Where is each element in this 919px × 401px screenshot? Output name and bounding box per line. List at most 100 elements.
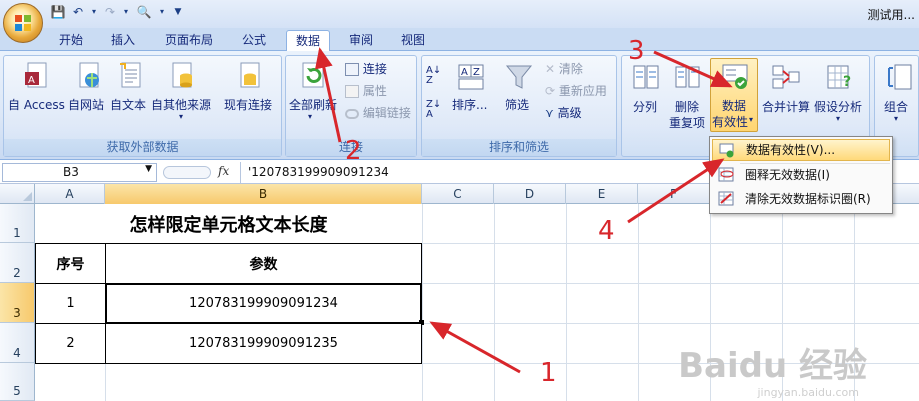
insert-function-icon[interactable]: fx [218,164,229,178]
select-all-corner[interactable] [0,184,35,204]
reapply-button[interactable]: ⟳ 重新应用 [545,82,615,98]
tab-data[interactable]: 数据 [286,30,330,52]
what-if-icon: ? [827,65,851,90]
name-box[interactable]: B3 ▼ [2,163,157,182]
data-validation-icon [719,143,734,158]
corner-triangle-icon [23,192,32,201]
tab-page-layout[interactable]: 页面布局 [156,30,222,52]
tab-review[interactable]: 审阅 [340,30,382,52]
customize-qat-icon[interactable]: ▼ [170,4,186,20]
group-button[interactable]: 组合 ▾ [878,60,918,130]
print-dropdown-icon[interactable]: ▾ [154,4,170,20]
row-header-1[interactable]: 1 [0,204,35,243]
formula-bar-splitter[interactable] [163,166,211,179]
data-validation-button[interactable]: 数据 有效性 ▾ [710,58,758,132]
print-preview-icon[interactable]: 🔍 [136,4,152,20]
name-box-dropdown-icon[interactable]: ▼ [145,164,152,174]
svg-text:A: A [461,67,468,78]
from-text-button[interactable]: 自文本 [110,58,150,118]
refresh-icon [302,62,324,88]
menu-item-clear-circles[interactable]: 清除无效数据标识圈(R) [712,188,890,210]
existing-connections-button[interactable]: 现有连接 [224,58,276,118]
sort-button[interactable]: AZ 排序... [452,60,492,120]
tab-home[interactable]: 开始 [50,30,92,52]
column-header-a[interactable]: A [35,184,105,204]
sort-ascending-icon[interactable]: A↓ Z [426,66,446,86]
edit-links-button[interactable]: 编辑链接 [345,104,417,120]
cell-a2[interactable]: 序号 [35,243,106,284]
chevron-down-icon: ▾ [308,112,313,121]
filter-button[interactable]: 筛选 [500,60,538,120]
menu-item-data-validation[interactable]: 数据有效性(V)... [712,139,890,161]
from-other-sources-button[interactable]: 自其他来源 ▾ [151,58,215,132]
connections-icon [345,63,359,76]
formula-input[interactable]: '120783199909091234 [248,165,389,179]
column-header-f[interactable]: F [638,184,710,204]
what-if-analysis-button[interactable]: ? 假设分析 ▾ [814,60,868,130]
refresh-all-button[interactable]: 全部刷新 ▾ [288,58,338,130]
annotation-number-2: 2 [345,136,362,166]
undo-dropdown-icon[interactable]: ▾ [86,4,102,20]
advanced-filter-button[interactable]: ⋎ 高级 [545,104,615,120]
svg-text:Z: Z [473,67,480,78]
reapply-icon: ⟳ [545,84,556,98]
advanced-filter-icon: ⋎ [545,106,554,120]
annotation-number-3: 3 [628,36,645,66]
column-header-c[interactable]: C [422,184,494,204]
clear-filter-button[interactable]: ✕ 清除 [545,60,615,76]
redo-dropdown-icon[interactable]: ▾ [118,4,134,20]
sort-dialog-icon: AZ [458,64,484,90]
svg-text:?: ? [843,74,851,90]
grid-line [638,204,639,401]
office-logo-icon [15,15,31,31]
consolidate-button[interactable]: 合并计算 [760,60,812,120]
watermark-url: jingyan.baidu.com [757,386,859,399]
sheet-title-cell[interactable]: 怎样限定单元格文本长度 [35,204,422,243]
text-to-columns-button[interactable]: 分列 [626,60,666,120]
connections-button[interactable]: 连接 [345,60,415,76]
consolidate-icon [772,65,800,89]
chevron-down-icon: ▾ [836,114,841,123]
cell-a3[interactable]: 1 [35,283,106,324]
tab-formulas[interactable]: 公式 [232,30,276,52]
grid-line [494,204,495,401]
column-header-d[interactable]: D [494,184,566,204]
column-header-b[interactable]: B [105,184,422,204]
divider [240,162,241,184]
existing-connections-icon [240,62,260,88]
menu-item-circle-invalid[interactable]: 圈释无效数据(I) [712,164,890,186]
remove-duplicates-button[interactable]: 删除 重复项 [668,60,708,130]
database-icon [172,62,192,88]
redo-icon[interactable]: ↷ [102,4,118,20]
chevron-down-icon: ▾ [749,115,754,124]
access-icon: A [25,62,47,88]
properties-button[interactable]: 属性 [345,82,415,98]
chain-link-icon [345,108,359,119]
circle-invalid-data-icon [718,167,734,182]
group-label: 排序和筛选 [422,139,616,156]
cell-a4[interactable]: 2 [35,323,106,364]
column-header-e[interactable]: E [566,184,638,204]
svg-text:A: A [28,75,35,86]
row-header-5[interactable]: 5 [0,363,35,401]
row-header-3[interactable]: 3 [0,283,35,323]
text-to-columns-icon [633,65,659,89]
tab-view[interactable]: 视图 [392,30,434,52]
chevron-down-icon: ▾ [179,112,184,121]
cell-b3-selected[interactable]: 120783199909091234 [105,283,422,324]
web-icon [79,62,99,88]
cell-b4[interactable]: 120783199909091235 [105,323,422,364]
cell-b2[interactable]: 参数 [105,243,422,284]
save-icon[interactable]: 💾 [50,4,66,20]
row-header-2[interactable]: 2 [0,243,35,283]
sort-descending-icon[interactable]: Z↓ A [426,100,446,120]
row-header-4[interactable]: 4 [0,323,35,363]
tab-insert[interactable]: 插入 [102,30,144,52]
annotation-number-1: 1 [540,358,557,388]
clear-validation-circles-icon [718,191,734,206]
undo-icon[interactable]: ↶ [70,4,86,20]
watermark-logo: Baidu 经验 [678,346,867,386]
from-access-button[interactable]: A 自 Access [8,58,66,118]
from-web-button[interactable]: 自网站 [68,58,108,118]
office-button[interactable] [3,3,43,43]
